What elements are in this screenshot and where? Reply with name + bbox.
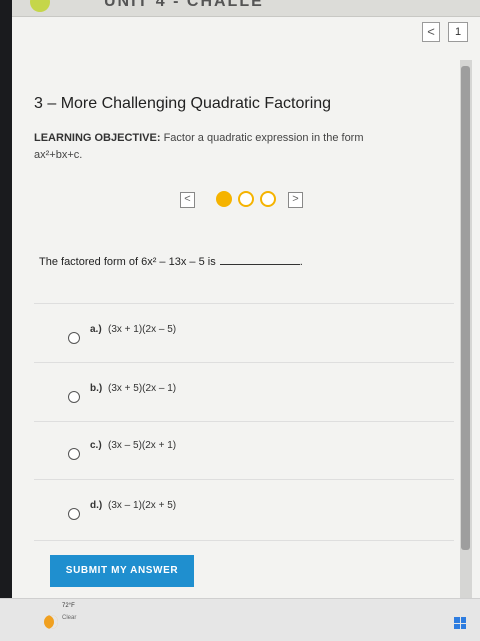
page-number-button[interactable]: 1 (448, 22, 468, 42)
carousel-dot-1[interactable] (216, 191, 232, 207)
weather-temperature[interactable]: 72°F (62, 603, 75, 609)
radio-d[interactable] (68, 508, 80, 520)
learning-objective: LEARNING OBJECTIVE: Factor a quadratic e… (34, 130, 434, 164)
taskbar: 72°F Clear (0, 598, 480, 641)
windows-start-icon[interactable] (454, 617, 466, 629)
submit-answer-button[interactable]: SUBMIT MY ANSWER (50, 555, 194, 587)
scrollbar-thumb[interactable] (461, 66, 470, 550)
divider (34, 421, 454, 422)
question-suffix: . (299, 256, 303, 268)
weather-moon-icon[interactable] (44, 615, 58, 629)
divider (34, 362, 454, 363)
app-logo-icon (30, 0, 50, 12)
radio-c[interactable] (68, 448, 80, 460)
lesson-title: 3 – More Challenging Quadratic Factoring (34, 95, 332, 112)
weather-condition[interactable]: Clear (62, 615, 76, 621)
carousel-prev-button[interactable]: < (180, 192, 195, 208)
question-carousel: < > (180, 190, 310, 210)
previous-page-button[interactable]: < (422, 22, 440, 42)
radio-a[interactable] (68, 332, 80, 344)
divider (34, 303, 454, 304)
answer-blank (219, 264, 300, 265)
divider (34, 540, 454, 541)
carousel-dot-3[interactable] (260, 191, 276, 207)
option-letter: d.) (90, 500, 103, 511)
divider (34, 479, 454, 480)
option-letter: a.) (90, 324, 102, 335)
radio-b[interactable] (68, 391, 80, 403)
option-text: (3x – 5)(2x + 1) (108, 440, 177, 451)
question-prefix: The factored form of 6x² – 13x – 5 is (39, 256, 216, 268)
objective-label: LEARNING OBJECTIVE: (34, 132, 161, 144)
question-text: The factored form of 6x² – 13x – 5 is. (39, 256, 303, 268)
objective-text: Factor a quadratic expression in the for… (163, 132, 364, 144)
option-text: (3x – 1)(2x + 5) (108, 500, 177, 511)
unit-title: UNIT 4 - CHALLE (104, 0, 264, 10)
option-letter: c.) (90, 440, 102, 451)
browser-viewport: UNIT 4 - CHALLE < 1 ▼ 3 – More Challengi… (12, 0, 480, 640)
objective-formula: ax²+bx+c. (34, 149, 83, 161)
carousel-dot-2[interactable] (238, 191, 254, 207)
top-header-strip: UNIT 4 - CHALLE (12, 0, 480, 17)
option-text: (3x + 5)(2x – 1) (108, 383, 177, 394)
option-letter: b.) (90, 383, 103, 394)
carousel-next-button[interactable]: > (288, 192, 303, 208)
option-text: (3x + 1)(2x – 5) (108, 324, 177, 335)
